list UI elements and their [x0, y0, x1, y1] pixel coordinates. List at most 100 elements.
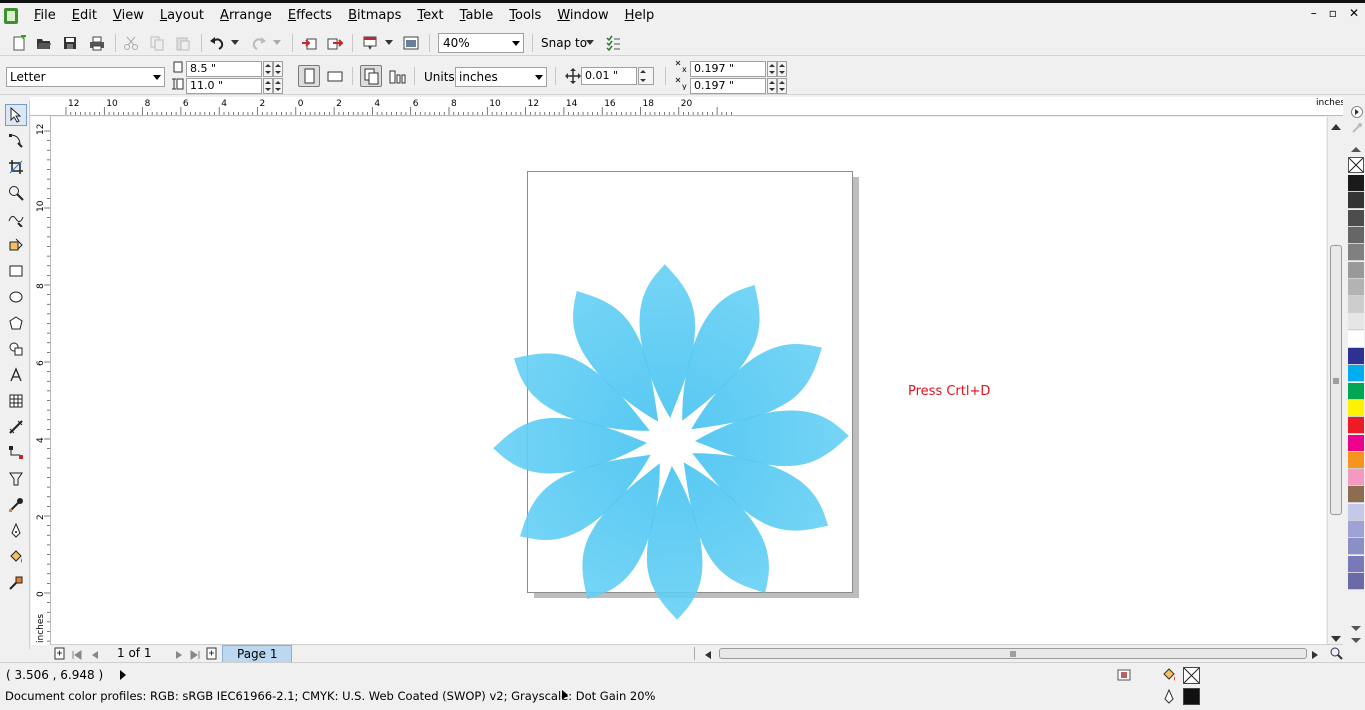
save-icon[interactable] — [61, 34, 79, 52]
ellipse-tool-icon[interactable] — [5, 286, 27, 308]
table-tool-icon[interactable] — [5, 390, 27, 412]
vertical-ruler[interactable]: 12 10 8 6 4 2 0 inches — [31, 116, 51, 645]
menu-text[interactable]: Text — [409, 6, 451, 25]
page-height-lock[interactable] — [273, 78, 283, 94]
palette-swatch[interactable] — [1348, 244, 1364, 262]
menu-file[interactable]: File — [26, 6, 64, 25]
fill-color-swatch[interactable] — [1183, 667, 1200, 684]
zoom-tool-icon[interactable] — [5, 182, 27, 204]
outline-pen-tool-icon[interactable] — [5, 520, 27, 542]
palette-swatch[interactable] — [1348, 572, 1364, 590]
palette-swatch[interactable] — [1348, 175, 1364, 192]
page-height-spinner[interactable] — [263, 78, 273, 94]
print-icon[interactable] — [88, 34, 106, 52]
rectangle-tool-icon[interactable] — [5, 260, 27, 282]
nudge-distance-field[interactable]: 0.01 " — [581, 67, 637, 85]
landscape-orientation-button[interactable] — [324, 65, 346, 87]
menu-edit[interactable]: Edit — [64, 6, 105, 25]
palette-swatch[interactable] — [1348, 521, 1364, 538]
drawing-canvas[interactable]: Press Crtl+D — [51, 117, 1326, 644]
nudge-distance-spinner[interactable] — [638, 67, 654, 85]
page-tab[interactable]: Page 1 — [222, 645, 292, 662]
duplicate-x-spinner[interactable] — [767, 61, 777, 77]
freehand-tool-icon[interactable] — [5, 208, 27, 230]
menu-effects[interactable]: Effects — [280, 6, 340, 25]
palette-swatch[interactable] — [1348, 330, 1364, 348]
menu-bitmaps[interactable]: Bitmaps — [340, 6, 409, 25]
palette-swatch[interactable] — [1348, 503, 1364, 521]
vertical-scroll-thumb[interactable] — [1330, 245, 1342, 515]
portrait-orientation-button[interactable] — [298, 65, 320, 87]
page-height-field[interactable]: 11.0 " — [186, 78, 262, 94]
add-page-after-icon[interactable] — [206, 647, 218, 663]
interactive-fill-tool-icon[interactable] — [5, 572, 27, 594]
menu-tools[interactable]: Tools — [501, 6, 549, 25]
menu-layout[interactable]: Layout — [152, 6, 212, 25]
scroll-right-icon[interactable] — [1311, 649, 1319, 663]
eyedropper-tool-icon[interactable] — [5, 494, 27, 516]
palette-swatch[interactable] — [1348, 365, 1364, 383]
navigator-zoom-icon[interactable] — [1329, 646, 1343, 663]
undo-icon[interactable] — [208, 34, 226, 52]
palette-swatch[interactable] — [1348, 226, 1364, 244]
palette-swatch[interactable] — [1348, 278, 1364, 296]
outline-color-swatch[interactable] — [1183, 688, 1200, 705]
previous-page-icon[interactable] — [90, 649, 100, 663]
polygon-tool-icon[interactable] — [5, 312, 27, 334]
pick-tool-icon[interactable] — [5, 104, 27, 126]
undo-dropdown-icon[interactable] — [230, 34, 240, 52]
paper-type-select[interactable]: Letter — [6, 67, 165, 87]
basic-shapes-tool-icon[interactable] — [5, 338, 27, 360]
last-page-icon[interactable] — [190, 649, 200, 663]
dimension-tool-icon[interactable] — [5, 416, 27, 438]
palette-swatch[interactable] — [1348, 348, 1364, 365]
shape-tool-icon[interactable] — [5, 130, 27, 152]
palette-swatch[interactable] — [1348, 192, 1364, 210]
palette-down-arrow-icon[interactable] — [1351, 621, 1361, 635]
coordinates-menu-icon[interactable] — [120, 670, 126, 680]
add-page-before-icon[interactable] — [54, 647, 66, 663]
page-width-lock[interactable] — [273, 61, 283, 77]
color-profiles-menu-icon[interactable] — [562, 690, 568, 700]
horizontal-scroll-thumb[interactable] — [719, 648, 1307, 659]
zoom-level-select[interactable]: 40% — [438, 33, 524, 53]
smart-fill-tool-icon[interactable] — [5, 234, 27, 256]
no-color-swatch[interactable] — [1348, 157, 1364, 173]
paste-icon[interactable] — [174, 34, 192, 52]
cut-icon[interactable] — [122, 34, 140, 52]
first-page-icon[interactable] — [72, 649, 82, 663]
page-width-spinner[interactable] — [263, 61, 273, 77]
launcher-dropdown-icon[interactable] — [384, 34, 394, 52]
menu-table[interactable]: Table — [452, 6, 502, 25]
redo-icon[interactable] — [250, 34, 268, 52]
blend-tool-icon[interactable] — [5, 468, 27, 490]
restore-button[interactable]: ▫ — [1329, 6, 1337, 20]
units-select[interactable]: inches — [455, 67, 547, 87]
palette-scroll-up-icon[interactable] — [1351, 106, 1363, 121]
options-icon[interactable] — [604, 34, 622, 52]
copy-icon[interactable] — [148, 34, 166, 52]
palette-swatch[interactable] — [1348, 382, 1364, 400]
duplicate-distance-x-field[interactable]: 0.197 " — [690, 61, 766, 77]
scroll-left-icon[interactable] — [704, 649, 712, 663]
fill-tool-icon[interactable] — [5, 546, 27, 568]
eyedropper-palette-icon[interactable] — [1351, 122, 1363, 137]
palette-swatch[interactable] — [1348, 538, 1364, 556]
close-button[interactable]: ✕ — [1349, 6, 1359, 20]
palette-swatch[interactable] — [1348, 313, 1364, 331]
palette-swatch[interactable] — [1348, 417, 1364, 435]
text-tool-icon[interactable] — [5, 364, 27, 386]
redo-dropdown-icon[interactable] — [272, 34, 282, 52]
current-page-button[interactable] — [386, 65, 408, 87]
palette-expand-icon[interactable] — [1351, 634, 1361, 648]
export-icon[interactable] — [326, 34, 344, 52]
snapshot-icon[interactable] — [1117, 668, 1131, 685]
welcome-screen-icon[interactable] — [402, 34, 420, 52]
vertical-scrollbar[interactable] — [1327, 117, 1343, 644]
menu-arrange[interactable]: Arrange — [212, 6, 280, 25]
duplicate-distance-y-field[interactable]: 0.197 " — [690, 78, 766, 94]
import-icon[interactable] — [300, 34, 318, 52]
horizontal-ruler[interactable]: 12 10 8 6 4 2 0 2 4 6 8 10 12 14 16 18 20 inches — [30, 97, 1343, 116]
flower-artwork[interactable] — [471, 257, 871, 644]
duplicate-y-spinner-alt[interactable] — [777, 78, 787, 94]
